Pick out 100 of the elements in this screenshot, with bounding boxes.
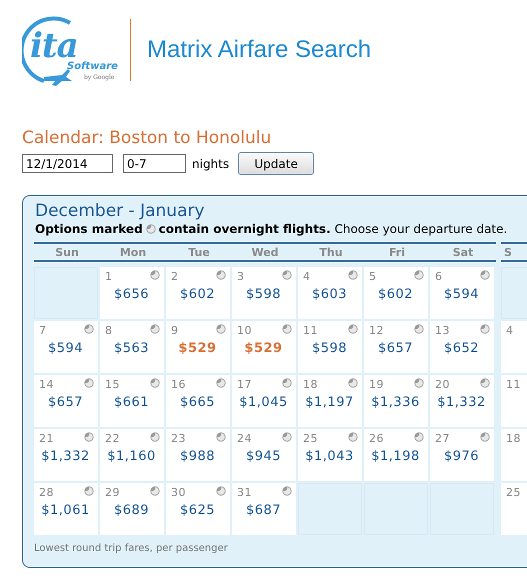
overnight-icon [480, 378, 490, 388]
date-cell[interactable]: 14 $657 [34, 375, 98, 427]
day-number: 24 [237, 432, 252, 445]
fare-price: $652 [442, 341, 480, 356]
fare-price: $657 [376, 341, 414, 356]
day-number: 28 [39, 486, 54, 499]
overnight-icon [282, 432, 292, 442]
date-cell[interactable]: 12 $657 [364, 321, 428, 373]
date-cell[interactable]: 25 $1,043 [298, 429, 362, 481]
date-field[interactable]: 12/1/2014 [22, 154, 113, 173]
fare-price: $602 [376, 287, 414, 302]
day-number: 3 [237, 270, 244, 283]
date-cell[interactable]: 1 $656 [100, 267, 164, 319]
overnight-icon [414, 270, 424, 280]
day-number: 17 [237, 378, 252, 391]
overnight-icon [150, 432, 160, 442]
date-cell[interactable]: 28 $1,061 [34, 483, 98, 535]
day-number: 2 [171, 270, 178, 283]
fare-price: $689 [112, 503, 150, 518]
date-cell[interactable]: 18 $1,197 [298, 375, 362, 427]
day-number: 31 [237, 486, 252, 499]
date-cell[interactable]: 3 $598 [232, 267, 296, 319]
fare-price: $1,197 [304, 395, 355, 410]
weekday-label: Wed [250, 246, 280, 258]
fare-price: $687 [244, 503, 282, 518]
overnight-icon [216, 432, 226, 442]
day-number: 14 [39, 378, 54, 391]
fare-price: $665 [178, 395, 216, 410]
fare-price: $1,160 [106, 449, 157, 464]
overnight-icon [150, 270, 160, 280]
day-number: 1 [105, 270, 112, 283]
fare-price: $563 [112, 341, 150, 356]
day-number: 25 [506, 486, 521, 499]
date-cell[interactable]: 4 $603 [298, 267, 362, 319]
fare-price: $598 [310, 341, 348, 356]
fare-price: $625 [178, 503, 216, 518]
date-cell[interactable]: 11 $598 [298, 321, 362, 373]
fare-price: $657 [46, 395, 84, 410]
weekday-label: Mon [118, 246, 148, 258]
date-cell[interactable]: 8 $563 [100, 321, 164, 373]
fare-price: $1,198 [370, 449, 421, 464]
fare-price: $1,045 [238, 395, 289, 410]
date-cell[interactable]: 16 $665 [166, 375, 230, 427]
logo-product-text: Software [67, 61, 118, 72]
day-number: 19 [369, 378, 384, 391]
overnight-icon [150, 324, 160, 334]
date-cell[interactable]: 27 $976 [430, 429, 494, 481]
day-number: 11 [303, 324, 318, 337]
fare-price: $988 [178, 449, 216, 464]
overnight-icon [480, 324, 490, 334]
date-cell[interactable]: 17 $1,045 [232, 375, 296, 427]
fares-note: Lowest round trip fares, per passenger [33, 542, 229, 554]
update-button[interactable]: Update [238, 152, 314, 175]
date-cell[interactable]: 19 $1,336 [364, 375, 428, 427]
overnight-icon [348, 270, 358, 280]
date-cell[interactable]: 6 $594 [430, 267, 494, 319]
date-cell[interactable]: 2 $602 [166, 267, 230, 319]
legend-text: contain overnight flights. Choose your departure date. [158, 222, 508, 236]
day-number: 30 [171, 486, 186, 499]
overnight-icon [414, 432, 424, 442]
fare-price: $598 [244, 287, 282, 302]
overnight-icon [348, 378, 358, 388]
overnight-icon [414, 378, 424, 388]
date-cell[interactable]: 21 $1,332 [34, 429, 98, 481]
day-number: 18 [506, 432, 521, 445]
date-cell[interactable]: 15 $661 [100, 375, 164, 427]
date-cell[interactable]: 29 $689 [100, 483, 164, 535]
day-number: 9 [171, 324, 178, 337]
fare-price: $529 [243, 341, 284, 356]
date-cell[interactable]: 23 $988 [166, 429, 230, 481]
day-number: 15 [105, 378, 120, 391]
legend-text: Options marked [35, 222, 143, 236]
date-cell[interactable]: 7 $594 [34, 321, 98, 373]
fare-price: $602 [178, 287, 216, 302]
logo-wordmark: ita [30, 29, 78, 63]
overnight-icon [282, 270, 292, 280]
date-cell[interactable]: 24 $945 [232, 429, 296, 481]
overnight-icon [282, 486, 292, 496]
date-cell[interactable]: 13 $652 [430, 321, 494, 373]
weekday-label: Sun [54, 246, 80, 258]
overnight-icon [216, 270, 226, 280]
overnight-icon [216, 486, 226, 496]
nights-field[interactable]: 0-7 [123, 154, 186, 173]
fare-price: $603 [310, 287, 348, 302]
date-cell[interactable]: 31 $687 [232, 483, 296, 535]
fare-price: $1,332 [436, 395, 487, 410]
date-cell[interactable]: 22 $1,160 [100, 429, 164, 481]
overnight-icon [480, 270, 490, 280]
fare-price: $661 [112, 395, 150, 410]
date-cell[interactable]: 30 $625 [166, 483, 230, 535]
date-cell[interactable]: 20 $1,332 [430, 375, 494, 427]
day-number: 18 [303, 378, 318, 391]
overnight-icon [348, 432, 358, 442]
date-cell[interactable]: 26 $1,198 [364, 429, 428, 481]
day-number: 26 [369, 432, 384, 445]
overnight-icon [84, 324, 94, 334]
overnight-icon [84, 378, 94, 388]
date-cell[interactable]: 5 $602 [364, 267, 428, 319]
day-number: 11 [506, 378, 521, 391]
day-number: 12 [369, 324, 384, 337]
